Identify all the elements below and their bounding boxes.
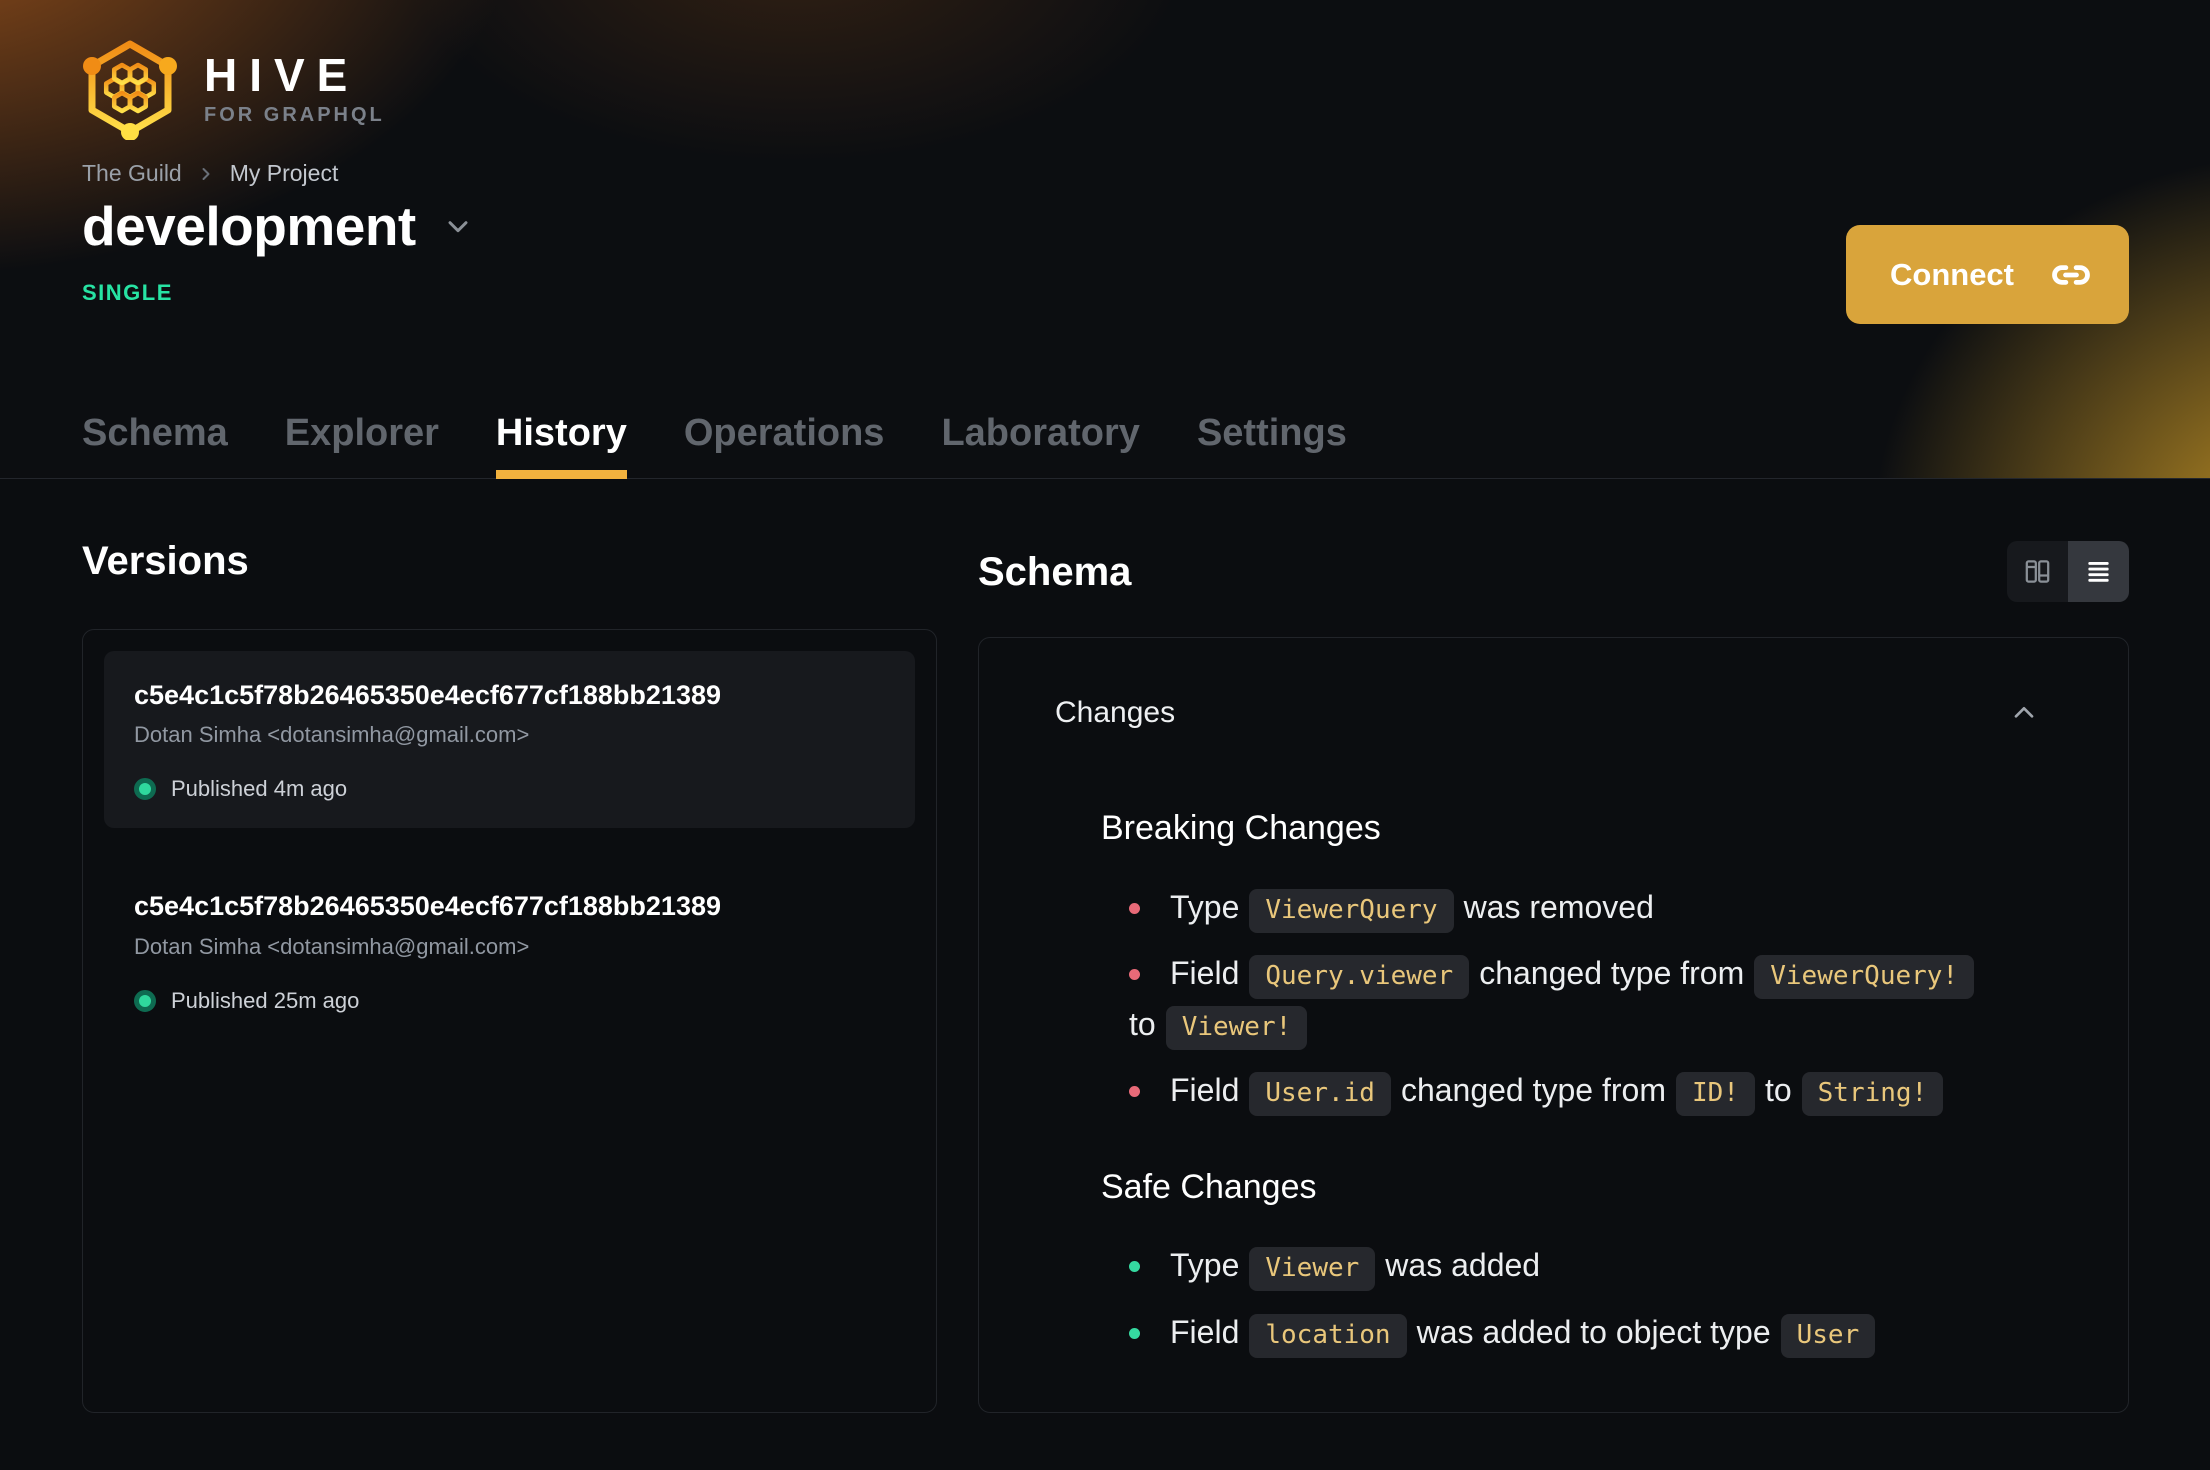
connect-button[interactable]: Connect xyxy=(1846,225,2129,324)
change-item: Field Query.viewer changed type from Viewer… xyxy=(1129,948,2040,1051)
tab-laboratory[interactable]: Laboratory xyxy=(941,414,1139,478)
code-chip: User xyxy=(1780,1313,1876,1358)
version-hash: c5e4c1c5f78b26465350e4ecf677cf188bb21389 xyxy=(134,680,721,710)
change-section-safe: Safe Changes Type Viewer was added Field loca… xyxy=(1101,1167,2040,1358)
code-chip: String! xyxy=(1801,1072,1944,1117)
bullet-icon xyxy=(1129,1261,1140,1273)
code-chip: location xyxy=(1249,1313,1407,1358)
versions-list: c5e4c1c5f78b26465350e4ecf677cf188bb21389… xyxy=(82,629,937,1413)
versions-heading: Versions xyxy=(82,539,249,583)
connect-button-label: Connect xyxy=(1890,256,2014,292)
chevron-up-icon xyxy=(2008,697,2040,729)
list-view-button[interactable] xyxy=(2068,541,2129,602)
breadcrumb-org[interactable]: The Guild xyxy=(82,160,182,187)
view-toggle xyxy=(2007,541,2129,602)
page-title: development xyxy=(82,195,416,257)
code-chip: ID! xyxy=(1675,1072,1755,1117)
page-header: HIVE FOR GRAPHQL The Guild My Project de… xyxy=(0,0,2210,479)
tab-history[interactable]: History xyxy=(495,414,627,479)
breadcrumb-chevron-icon xyxy=(196,164,216,184)
change-item: Field User.id changed type from ID! to String… xyxy=(1129,1065,2040,1117)
change-item: Type ViewerQuery was removed xyxy=(1129,882,2040,933)
version-card[interactable]: c5e4c1c5f78b26465350e4ecf677cf188bb21389… xyxy=(104,862,915,1039)
tab-schema[interactable]: Schema xyxy=(82,414,228,478)
changes-body: Breaking Changes Type ViewerQuery was remov… xyxy=(1055,808,2040,1358)
bullet-icon xyxy=(1129,902,1140,914)
version-hash: c5e4c1c5f78b26465350e4ecf677cf188bb21389 xyxy=(134,891,721,922)
columns-view-icon xyxy=(2024,558,2051,585)
changes-title: Changes xyxy=(1055,696,1176,729)
hive-logo-icon xyxy=(82,36,178,140)
breadcrumb-project[interactable]: My Project xyxy=(230,160,339,187)
version-author: Dotan Simha <dotansimha@gmail.com> xyxy=(134,933,530,959)
brand-tagline: FOR GRAPHQL xyxy=(204,103,385,126)
code-chip: Query.viewer xyxy=(1249,954,1470,999)
change-list: Type ViewerQuery was removed Field Query.vie… xyxy=(1101,882,2040,1117)
change-section-title: Safe Changes xyxy=(1101,1167,1317,1206)
code-chip: ViewerQuery xyxy=(1249,888,1454,933)
bullet-icon xyxy=(1129,1327,1140,1339)
breadcrumb: The Guild My Project xyxy=(82,160,338,187)
tabs: Schema Explorer History Operations Laborator… xyxy=(82,414,1347,479)
active-tab-indicator xyxy=(495,470,627,479)
schema-panel: Schema Changes Breaking Changes Type Vie… xyxy=(978,541,2129,1413)
code-chip: ViewerQuery! xyxy=(1754,954,1975,999)
version-status-text: Published 4m ago xyxy=(171,776,348,802)
published-dot-icon xyxy=(134,778,156,801)
bullet-icon xyxy=(1129,968,1140,980)
tab-settings[interactable]: Settings xyxy=(1197,414,1347,478)
version-status: Published 25m ago xyxy=(134,988,885,1014)
hive-logo[interactable]: HIVE FOR GRAPHQL xyxy=(82,36,385,140)
columns-view-button[interactable] xyxy=(2007,541,2068,602)
collapse-changes-button[interactable] xyxy=(2008,697,2040,729)
versions-panel: Versions c5e4c1c5f78b26465350e4ecf677cf1… xyxy=(82,541,937,1413)
tab-explorer[interactable]: Explorer xyxy=(285,414,439,478)
bullet-icon xyxy=(1129,1086,1140,1098)
link-icon xyxy=(2049,253,2093,297)
status-badge: SINGLE xyxy=(82,280,173,305)
version-author: Dotan Simha <dotansimha@gmail.com> xyxy=(134,722,530,748)
version-status: Published 4m ago xyxy=(134,776,885,802)
change-section-breaking: Breaking Changes Type ViewerQuery was remov… xyxy=(1101,808,2040,1117)
schema-heading: Schema xyxy=(978,549,1132,594)
change-section-title: Breaking Changes xyxy=(1101,809,1381,847)
published-dot-icon xyxy=(134,989,156,1012)
code-chip: Viewer! xyxy=(1165,1006,1308,1051)
tab-operations[interactable]: Operations xyxy=(684,414,885,478)
version-status-text: Published 25m ago xyxy=(171,987,360,1013)
code-chip: User.id xyxy=(1249,1072,1391,1117)
change-list: Type Viewer was added Field location was adde… xyxy=(1101,1240,2040,1358)
list-view-icon xyxy=(2085,558,2112,585)
change-item: Type Viewer was added xyxy=(1129,1240,2040,1292)
target-selector[interactable]: development xyxy=(82,194,474,258)
chevron-down-icon xyxy=(442,210,474,242)
code-chip: Viewer xyxy=(1249,1247,1376,1292)
change-item: Field location was added to object type Use… xyxy=(1129,1307,2040,1358)
main-content: Versions c5e4c1c5f78b26465350e4ecf677cf1… xyxy=(0,479,2210,1413)
changes-panel: Changes Breaking Changes Type ViewerQuery w… xyxy=(978,637,2129,1413)
version-card[interactable]: c5e4c1c5f78b26465350e4ecf677cf188bb21389… xyxy=(104,651,915,829)
brand-name: HIVE xyxy=(204,48,360,101)
